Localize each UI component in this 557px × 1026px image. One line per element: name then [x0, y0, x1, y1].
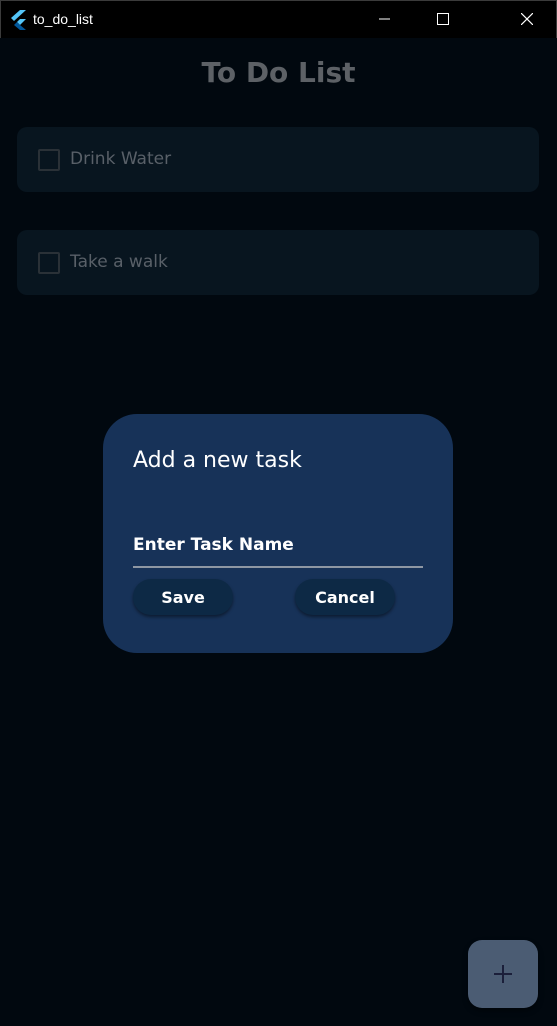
minimize-button[interactable]	[356, 1, 414, 38]
add-task-button[interactable]	[468, 940, 538, 1008]
task-name-input[interactable]	[133, 524, 423, 568]
plus-icon	[494, 965, 512, 983]
close-icon	[521, 13, 533, 25]
maximize-button[interactable]	[414, 1, 472, 38]
minimize-icon	[379, 18, 390, 20]
flutter-logo-icon	[9, 10, 27, 30]
maximize-icon	[437, 13, 449, 25]
add-task-dialog: Add a new task Save Cancel	[103, 414, 453, 653]
close-button[interactable]	[498, 1, 556, 38]
dialog-title: Add a new task	[133, 448, 302, 473]
window-titlebar: to_do_list	[0, 0, 557, 38]
save-button[interactable]: Save	[133, 579, 233, 615]
cancel-button[interactable]: Cancel	[295, 579, 395, 615]
window-title: to_do_list	[33, 11, 93, 27]
